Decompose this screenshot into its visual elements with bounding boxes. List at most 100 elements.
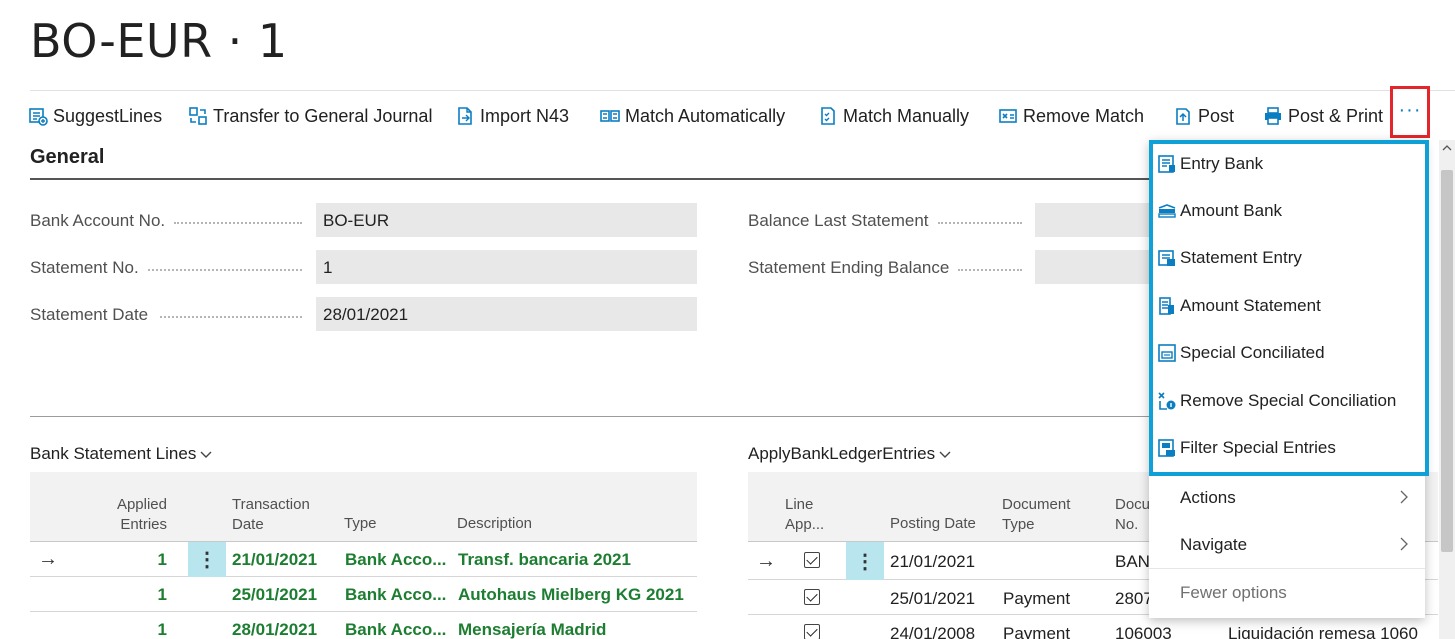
menu-item-special-conciliated[interactable]: Special Conciliated xyxy=(1149,330,1425,376)
more-options-button[interactable]: ··· xyxy=(1390,86,1430,138)
col-document-no-line2: No. xyxy=(1115,516,1139,533)
posting-date-cell[interactable]: 24/01/2008 xyxy=(890,624,975,639)
menu-item-amount-statement[interactable]: Amount Statement xyxy=(1149,283,1425,329)
chevron-down-icon xyxy=(200,451,212,458)
menu-item-remove-special-conciliation[interactable]: Remove Special Conciliation xyxy=(1149,378,1425,424)
statement-ending-balance-field[interactable] xyxy=(1035,250,1149,284)
col-transaction-date-line1: Transaction xyxy=(232,496,310,513)
menu-item-navigate[interactable]: Navigate xyxy=(1149,522,1425,568)
col-transaction-date[interactable]: Transaction Date xyxy=(232,495,310,535)
transaction-date-cell[interactable]: 21/01/2021 xyxy=(232,550,317,570)
statement-no-field[interactable]: 1 xyxy=(316,250,697,284)
type-cell[interactable]: Bank Acco... xyxy=(345,620,446,639)
remove-match-button[interactable]: Remove Match xyxy=(998,104,1144,128)
printer-icon xyxy=(1265,107,1281,125)
transaction-date-cell[interactable]: 25/01/2021 xyxy=(232,585,317,605)
menu-item-amount-bank[interactable]: Amount Bank xyxy=(1149,188,1425,234)
remove-match-label: Remove Match xyxy=(1023,105,1145,126)
post-icon xyxy=(1176,108,1190,125)
match-manually-label: Match Manually xyxy=(843,105,970,126)
type-cell[interactable]: Bank Acco... xyxy=(345,550,446,570)
col-description[interactable]: Description xyxy=(457,514,532,534)
statement-ending-balance-label: Statement Ending Balance xyxy=(748,258,950,277)
match-automatically-label: Match Automatically xyxy=(625,105,786,126)
applied-entries-cell[interactable]: 1 xyxy=(158,620,167,639)
chevron-down-icon xyxy=(939,451,951,458)
bank-statement-lines-grid: Applied Entries Transaction Date Type Desc… xyxy=(30,472,697,639)
col-applied-entries[interactable]: Applied Entries xyxy=(117,495,167,535)
transaction-date-cell[interactable]: 28/01/2021 xyxy=(232,620,317,639)
line-applied-checkbox[interactable] xyxy=(804,552,820,568)
menu-item-fewer-options[interactable]: Fewer options xyxy=(1149,570,1425,616)
post-button[interactable]: Post xyxy=(1173,104,1234,128)
col-document-no[interactable]: Docu No. xyxy=(1115,495,1150,535)
posting-date-cell[interactable]: 21/01/2021 xyxy=(890,552,975,572)
menu-item-statement-entry[interactable]: Statement Entry xyxy=(1149,235,1425,281)
page-title: BO-EUR · 1 xyxy=(30,14,288,68)
col-document-no-line1: Docu xyxy=(1115,496,1151,513)
col-document-type[interactable]: Document Type xyxy=(1002,495,1070,535)
transfer-to-general-journal-button[interactable]: Transfer to General Journal xyxy=(188,104,432,128)
line-applied-checkbox[interactable] xyxy=(804,624,820,639)
match-automatically-button[interactable]: Match Automatically xyxy=(600,104,785,128)
document-type-cell[interactable]: Payment xyxy=(1003,624,1070,639)
posting-date-cell[interactable]: 25/01/2021 xyxy=(890,589,975,609)
document-no-cell[interactable]: BAN xyxy=(1115,552,1150,572)
match-manually-button[interactable]: Match Manually xyxy=(818,104,969,128)
filter-special-entries-icon xyxy=(1158,439,1175,457)
apply-bank-ledger-entries-title[interactable]: ApplyBankLedgerEntries xyxy=(748,444,952,464)
scrollbar-thumb[interactable] xyxy=(1441,170,1453,552)
leader-dots xyxy=(174,222,302,224)
document-no-cell[interactable]: 2807 xyxy=(1115,589,1153,609)
col-posting-date[interactable]: Posting Date xyxy=(890,514,976,534)
import-n43-button[interactable]: Import N43 xyxy=(455,104,569,128)
table-row[interactable]: 1 28/01/2021 Bank Acco... Mensajería Mad… xyxy=(30,612,697,639)
applied-entries-cell[interactable]: 1 xyxy=(158,585,167,605)
balance-last-statement-label: Balance Last Statement xyxy=(748,211,929,230)
special-conciliated-icon xyxy=(1158,344,1176,362)
more-options-icon: ··· xyxy=(1398,98,1422,121)
row-actions-icon[interactable]: ⋮ xyxy=(188,542,226,577)
col-line-applied[interactable]: Line App... xyxy=(785,495,824,535)
menu-item-actions[interactable]: Actions xyxy=(1149,475,1425,521)
description-cell[interactable]: Autohaus Mielberg KG 2021 xyxy=(458,585,684,605)
applied-entries-cell[interactable]: 1 xyxy=(158,550,167,570)
col-line-applied-line2: App... xyxy=(785,516,825,533)
description-cell[interactable]: Mensajería Madrid xyxy=(458,620,606,639)
bank-statement-lines-title[interactable]: Bank Statement Lines xyxy=(30,444,213,464)
apply-bank-ledger-entries-label: ApplyBankLedgerEntries xyxy=(748,444,936,463)
row-actions-icon[interactable]: ⋮ xyxy=(846,542,884,580)
table-row[interactable]: → 1 ⋮ 21/01/2021 Bank Acco... Transf. ba… xyxy=(30,542,697,577)
menu-item-label: Special Conciliated xyxy=(1180,343,1325,362)
description-cell[interactable]: Transf. bancaria 2021 xyxy=(458,550,631,570)
post-and-print-button[interactable]: Post & Print xyxy=(1263,104,1383,128)
leader-dots xyxy=(148,269,302,271)
col-type[interactable]: Type xyxy=(344,514,377,534)
leader-dots xyxy=(938,222,1022,224)
description-cell[interactable]: Liquidación remesa 1060 xyxy=(1228,624,1418,639)
document-no-cell[interactable]: 106003 xyxy=(1115,624,1172,639)
grid-header: Applied Entries Transaction Date Type Desc… xyxy=(30,472,697,542)
line-applied-checkbox[interactable] xyxy=(804,589,820,605)
menu-item-entry-bank[interactable]: Entry Bank xyxy=(1149,141,1425,187)
type-cell[interactable]: Bank Acco... xyxy=(345,585,446,605)
document-type-cell[interactable]: Payment xyxy=(1003,589,1070,609)
post-label: Post xyxy=(1198,105,1235,126)
import-n43-label: Import N43 xyxy=(480,105,570,126)
scroll-up-icon[interactable] xyxy=(1442,143,1452,153)
statement-no-label: Statement No. xyxy=(30,258,139,277)
amount-bank-icon xyxy=(1158,204,1176,218)
balance-last-statement-field[interactable] xyxy=(1035,203,1149,237)
bank-account-no-label: Bank Account No. xyxy=(30,211,166,230)
col-document-type-line2: Type xyxy=(1002,516,1035,533)
statement-date-field[interactable]: 28/01/2021 xyxy=(316,297,697,331)
table-row[interactable]: 24/01/2008 Payment 106003 Liquidación re… xyxy=(748,615,1438,639)
suggest-lines-button[interactable]: SuggestLines xyxy=(28,104,162,128)
suggest-lines-label: SuggestLines xyxy=(53,105,163,126)
table-row[interactable]: 1 25/01/2021 Bank Acco... Autohaus Mielb… xyxy=(30,577,697,612)
menu-item-filter-special-entries[interactable]: Filter Special Entries xyxy=(1149,425,1425,471)
transfer-icon xyxy=(189,107,207,125)
chevron-right-icon xyxy=(1400,490,1408,504)
menu-item-label: Amount Bank xyxy=(1180,201,1283,220)
bank-account-no-field[interactable]: BO-EUR xyxy=(316,203,697,237)
